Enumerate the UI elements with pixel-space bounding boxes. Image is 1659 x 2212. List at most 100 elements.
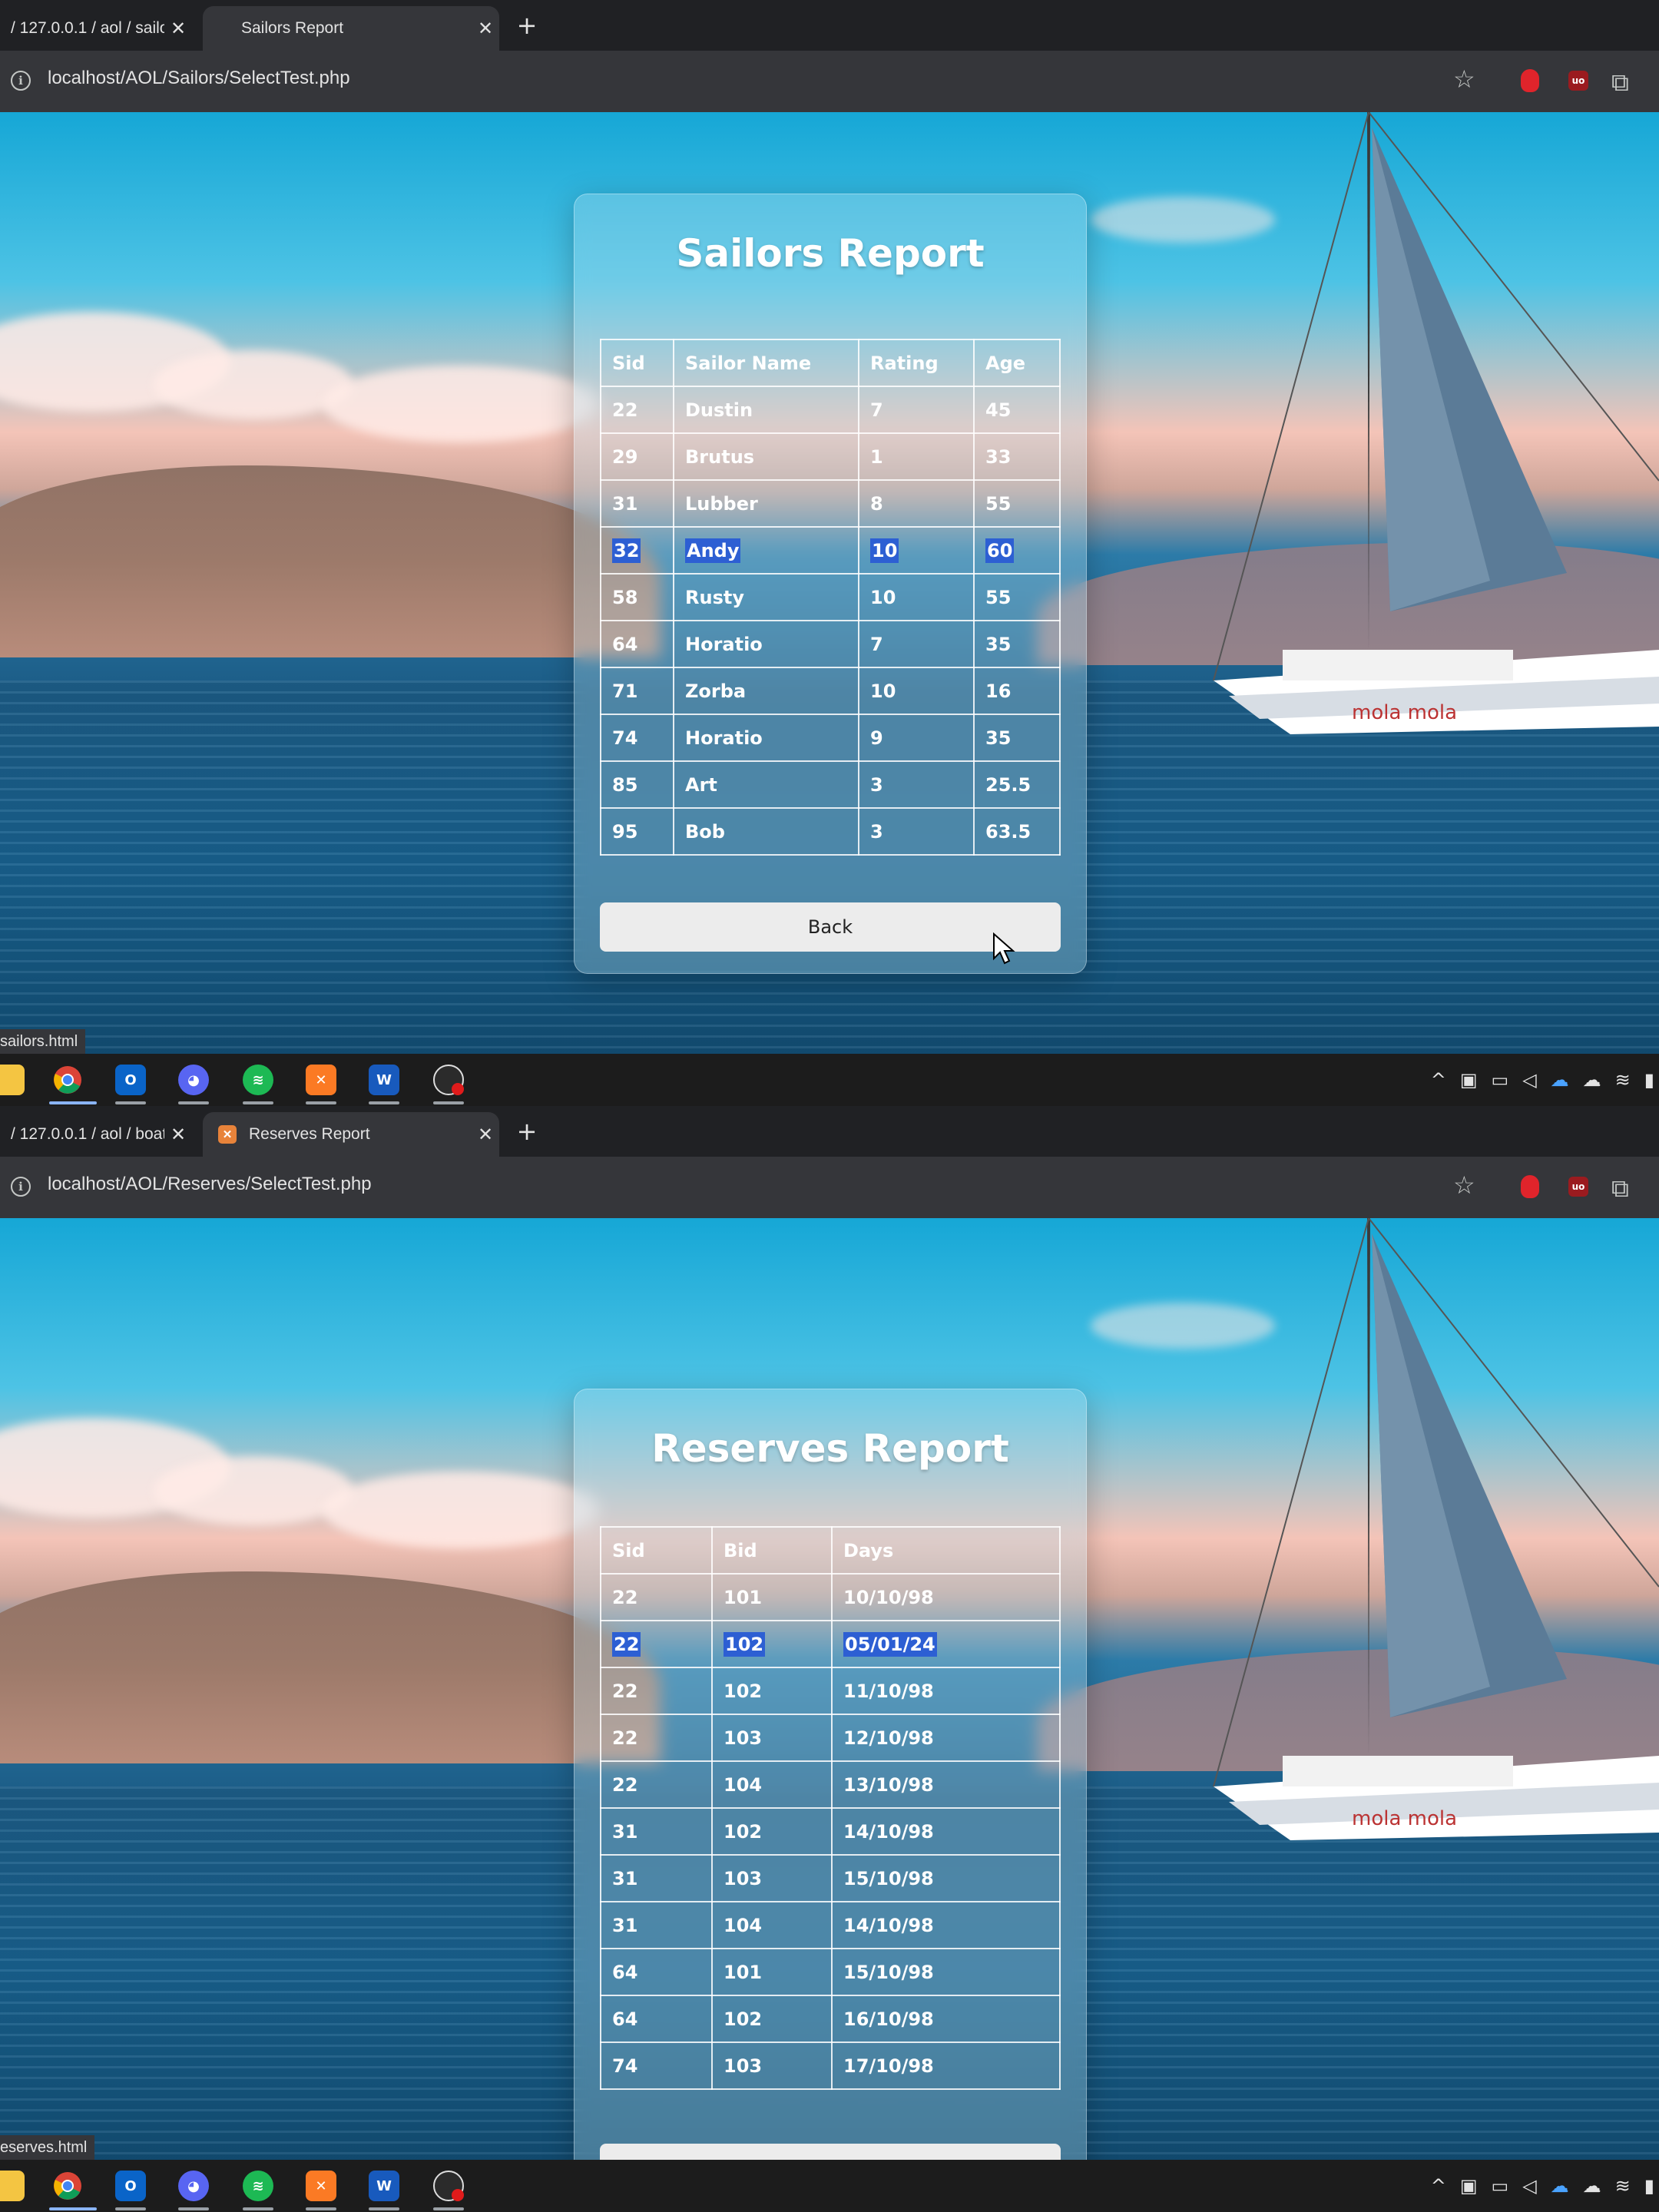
- cell-text: 58: [612, 586, 638, 608]
- outlook-icon[interactable]: O: [115, 1065, 146, 1095]
- new-tab-button[interactable]: +: [510, 6, 544, 45]
- onedrive-icon[interactable]: ☁: [1551, 1069, 1569, 1091]
- table-cell: 10: [858, 573, 975, 621]
- wifi-icon[interactable]: ≋: [1615, 2175, 1631, 2197]
- microphone-icon[interactable]: ▮: [1644, 2175, 1654, 2197]
- cell-text: 103: [724, 2055, 763, 2077]
- table-cell: 3: [858, 807, 975, 856]
- cell-text: 101: [724, 1586, 763, 1608]
- extension-red-icon[interactable]: [1521, 69, 1539, 92]
- close-icon[interactable]: ✕: [472, 18, 499, 40]
- cell-text: Horatio: [685, 727, 763, 749]
- app-indicator: [433, 1101, 464, 1104]
- chrome-icon[interactable]: [52, 2171, 83, 2201]
- sailboat-image: mola mola: [1213, 112, 1659, 734]
- volume-icon[interactable]: ◁: [1522, 1069, 1536, 1091]
- cell-text: 74: [612, 2055, 638, 2077]
- sailboat-image: mola mola: [1213, 1218, 1659, 1840]
- table-cell: 31: [600, 1807, 713, 1856]
- cloud-icon[interactable]: ☁: [1583, 1069, 1601, 1091]
- file-explorer-icon[interactable]: [0, 1065, 25, 1095]
- cell-text: 71: [612, 680, 638, 702]
- table-cell: 22: [600, 1714, 713, 1762]
- ublock-origin-icon[interactable]: uo: [1568, 1177, 1588, 1197]
- close-icon[interactable]: ✕: [164, 18, 192, 40]
- bookmark-star-icon[interactable]: ☆: [1453, 65, 1475, 94]
- table-cell: 35: [973, 714, 1061, 762]
- battery-icon[interactable]: ▭: [1492, 2175, 1509, 2197]
- cell-text: 22: [612, 1631, 641, 1657]
- table-cell: 31: [600, 1901, 713, 1949]
- ublock-origin-icon[interactable]: uo: [1568, 71, 1588, 91]
- tab-sailors-report[interactable]: Sailors Report ✕: [203, 6, 499, 51]
- table-cell: 22: [600, 1620, 713, 1668]
- table-cell: 16/10/98: [831, 1995, 1061, 2043]
- cell-text: 15/10/98: [843, 1961, 934, 1983]
- close-icon[interactable]: ✕: [164, 1124, 192, 1146]
- tab-phpmyadmin[interactable]: / 127.0.0.1 / aol / sailo ✕: [0, 6, 192, 51]
- onedrive-icon[interactable]: ☁: [1551, 2175, 1569, 2197]
- wifi-icon[interactable]: ≋: [1615, 1069, 1631, 1091]
- cell-text: 64: [612, 1961, 638, 1983]
- cell-text: 102: [724, 2008, 763, 2030]
- page-title: Reserves Report: [651, 1426, 1009, 1471]
- table-cell: 22: [600, 1573, 713, 1621]
- table-cell: 58: [600, 573, 674, 621]
- table-cell: 35: [973, 620, 1061, 668]
- discord-icon[interactable]: ◕: [178, 2171, 209, 2201]
- file-explorer-icon[interactable]: [0, 2171, 25, 2201]
- table-row: 22 103 12/10/98: [600, 1714, 1061, 1762]
- spotify-icon[interactable]: ≋: [243, 1065, 273, 1095]
- outlook-icon[interactable]: O: [115, 2171, 146, 2201]
- table-cell: Dustin: [673, 386, 859, 434]
- battery-icon[interactable]: ▭: [1492, 1069, 1509, 1091]
- obs-icon[interactable]: [433, 1065, 464, 1095]
- cell-text: 35: [985, 727, 1012, 749]
- address-bar[interactable]: localhost/AOL/Reserves/SelectTest.php: [48, 1174, 372, 1195]
- table-row: 31 103 15/10/98: [600, 1854, 1061, 1902]
- extensions-puzzle-icon[interactable]: ⧉: [1611, 68, 1629, 98]
- table-cell: 103: [711, 1714, 833, 1762]
- microphone-icon[interactable]: ▮: [1644, 1069, 1654, 1091]
- chrome-icon[interactable]: [52, 1065, 83, 1095]
- spotify-icon[interactable]: ≋: [243, 2171, 273, 2201]
- bookmark-star-icon[interactable]: ☆: [1453, 1171, 1475, 1200]
- tab-phpmyadmin[interactable]: / 127.0.0.1 / aol / boat ✕: [0, 1112, 192, 1157]
- back-button[interactable]: Back: [600, 2144, 1061, 2160]
- chevron-up-icon[interactable]: ^: [1431, 1069, 1446, 1091]
- camera-icon[interactable]: ▣: [1460, 2175, 1478, 2197]
- xampp-icon[interactable]: ✕: [306, 2171, 336, 2201]
- site-info-icon[interactable]: i: [11, 71, 31, 91]
- volume-icon[interactable]: ◁: [1522, 2175, 1536, 2197]
- new-tab-button[interactable]: +: [510, 1112, 544, 1151]
- table-cell: 29: [600, 432, 674, 481]
- address-bar[interactable]: localhost/AOL/Sailors/SelectTest.php: [48, 68, 350, 89]
- back-button[interactable]: Back: [600, 902, 1061, 952]
- extensions-puzzle-icon[interactable]: ⧉: [1611, 1174, 1629, 1204]
- column-header-days: Days: [831, 1526, 1061, 1575]
- site-info-icon[interactable]: i: [11, 1177, 31, 1197]
- table-row: 64 102 16/10/98: [600, 1995, 1061, 2043]
- extension-red-icon[interactable]: [1521, 1175, 1539, 1198]
- word-icon[interactable]: W: [369, 1065, 399, 1095]
- obs-icon[interactable]: [433, 2171, 464, 2201]
- cloud-icon[interactable]: ☁: [1583, 2175, 1601, 2197]
- cell-text: 104: [724, 1914, 763, 1936]
- close-icon[interactable]: ✕: [472, 1124, 499, 1146]
- address-toolbar: i localhost/AOL/Sailors/SelectTest.php ☆…: [0, 51, 1659, 112]
- tab-reserves-report[interactable]: ✕ Reserves Report ✕: [203, 1112, 499, 1157]
- discord-icon[interactable]: ◕: [178, 1065, 209, 1095]
- table-cell: 103: [711, 2041, 833, 2090]
- chevron-up-icon[interactable]: ^: [1431, 2175, 1446, 2197]
- table-cell: 22: [600, 1760, 713, 1809]
- xampp-icon[interactable]: ✕: [306, 1065, 336, 1095]
- svg-text:mola mola: mola mola: [1352, 1807, 1457, 1830]
- cell-text: Lubber: [685, 492, 758, 515]
- table-cell: 64: [600, 620, 674, 668]
- cell-text: 22: [612, 399, 638, 421]
- camera-icon[interactable]: ▣: [1460, 1069, 1478, 1091]
- word-icon[interactable]: W: [369, 2171, 399, 2201]
- cell-text: 101: [724, 1961, 763, 1983]
- table-cell: 64: [600, 1948, 713, 1996]
- cell-text: 14/10/98: [843, 1914, 934, 1936]
